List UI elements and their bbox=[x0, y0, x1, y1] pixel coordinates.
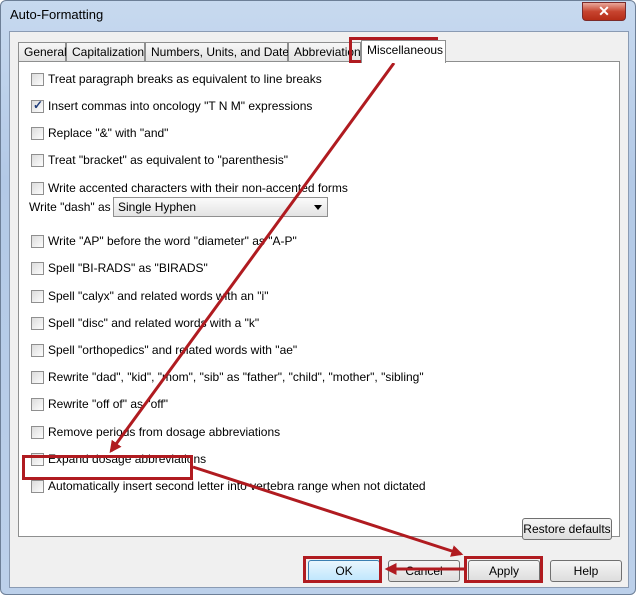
restore-defaults-button[interactable]: Restore defaults bbox=[522, 518, 612, 540]
option-disc[interactable]: Spell "disc" and related words with a "k… bbox=[31, 315, 259, 331]
option-label: Spell "disc" and related words with a "k… bbox=[48, 316, 260, 330]
tab-capitalization[interactable]: Capitalization bbox=[66, 42, 145, 62]
option-label: Spell "calyx" and related words with an … bbox=[48, 289, 269, 303]
chevron-down-icon bbox=[314, 205, 322, 210]
option-orthopedics[interactable]: Spell "orthopedics" and related words wi… bbox=[31, 342, 297, 358]
cancel-button[interactable]: Cancel bbox=[388, 560, 460, 582]
option-birads[interactable]: Spell "BI-RADS" as "BIRADS" bbox=[31, 260, 208, 276]
tab-numbers-units-dates[interactable]: Numbers, Units, and Dates bbox=[145, 42, 295, 62]
checkbox[interactable] bbox=[31, 126, 44, 140]
checkbox-checked[interactable] bbox=[31, 98, 44, 113]
checkbox[interactable] bbox=[31, 452, 44, 466]
ok-button[interactable]: OK bbox=[308, 560, 380, 582]
dialog-client-area: General Capitalization Numbers, Units, a… bbox=[9, 31, 629, 588]
help-button[interactable]: Help bbox=[550, 560, 622, 582]
option-label: Treat paragraph breaks as equivalent to … bbox=[48, 72, 322, 86]
apply-button[interactable]: Apply bbox=[468, 560, 540, 582]
checkbox[interactable] bbox=[31, 234, 44, 248]
option-paragraph-breaks[interactable]: Treat paragraph breaks as equivalent to … bbox=[31, 71, 322, 87]
option-calyx[interactable]: Spell "calyx" and related words with an … bbox=[31, 288, 268, 304]
dash-label: Write "dash" as bbox=[29, 200, 111, 214]
checkbox[interactable] bbox=[31, 181, 44, 195]
checkbox[interactable] bbox=[31, 261, 44, 275]
checkbox[interactable] bbox=[31, 153, 44, 167]
option-replace-ampersand[interactable]: Replace "&" with "and" bbox=[31, 125, 168, 141]
tab-general[interactable]: General bbox=[18, 42, 67, 62]
close-button[interactable]: ✕ bbox=[582, 2, 626, 21]
option-label: Expand dosage abbreviations bbox=[48, 452, 207, 466]
option-label: Spell "orthopedics" and related words wi… bbox=[48, 343, 298, 357]
option-expand-dosage[interactable]: Expand dosage abbreviations bbox=[31, 451, 206, 467]
option-vertebra-range[interactable]: Automatically insert second letter into … bbox=[31, 478, 426, 494]
option-label: Write "AP" before the word "diameter" as… bbox=[48, 234, 297, 248]
option-off-of[interactable]: Rewrite "off of" as "off" bbox=[31, 396, 168, 412]
option-label: Spell "BI-RADS" as "BIRADS" bbox=[48, 261, 208, 275]
checkbox[interactable] bbox=[31, 289, 44, 303]
option-label: Rewrite "off of" as "off" bbox=[48, 397, 168, 411]
option-label: Insert commas into oncology "T N M" expr… bbox=[48, 99, 313, 113]
option-label: Automatically insert second letter into … bbox=[48, 479, 426, 493]
option-label: Write accented characters with their non… bbox=[48, 181, 348, 195]
tab-abbreviations[interactable]: Abbreviations bbox=[288, 42, 367, 62]
miscellaneous-panel: Treat paragraph breaks as equivalent to … bbox=[18, 61, 620, 540]
option-label: Replace "&" with "and" bbox=[48, 126, 169, 140]
option-label: Remove periods from dosage abbreviations bbox=[48, 425, 281, 439]
checkbox[interactable] bbox=[31, 343, 44, 357]
checkbox[interactable] bbox=[31, 425, 44, 439]
dash-select[interactable]: Single Hyphen bbox=[113, 197, 328, 217]
close-icon: ✕ bbox=[598, 3, 610, 19]
option-remove-periods[interactable]: Remove periods from dosage abbreviations bbox=[31, 424, 280, 440]
checkbox[interactable] bbox=[31, 397, 44, 411]
option-label: Rewrite "dad", "kid", "mom", "sib" as "f… bbox=[48, 370, 424, 384]
dash-select-value: Single Hyphen bbox=[118, 200, 197, 214]
checkbox[interactable] bbox=[31, 370, 44, 384]
checkbox[interactable] bbox=[31, 72, 44, 86]
window-title: Auto-Formatting bbox=[10, 7, 104, 22]
auto-formatting-dialog: Auto-Formatting ✕ General Capitalization… bbox=[0, 0, 636, 595]
checkbox[interactable] bbox=[31, 479, 44, 493]
option-accented-characters[interactable]: Write accented characters with their non… bbox=[31, 180, 348, 196]
option-oncology-commas[interactable]: Insert commas into oncology "T N M" expr… bbox=[31, 98, 312, 114]
checkbox[interactable] bbox=[31, 316, 44, 330]
option-rewrite-family[interactable]: Rewrite "dad", "kid", "mom", "sib" as "f… bbox=[31, 369, 424, 385]
tab-miscellaneous[interactable]: Miscellaneous bbox=[361, 40, 446, 63]
option-bracket-parenthesis[interactable]: Treat "bracket" as equivalent to "parent… bbox=[31, 152, 288, 168]
option-label: Treat "bracket" as equivalent to "parent… bbox=[48, 153, 289, 167]
option-ap-diameter[interactable]: Write "AP" before the word "diameter" as… bbox=[31, 233, 297, 249]
